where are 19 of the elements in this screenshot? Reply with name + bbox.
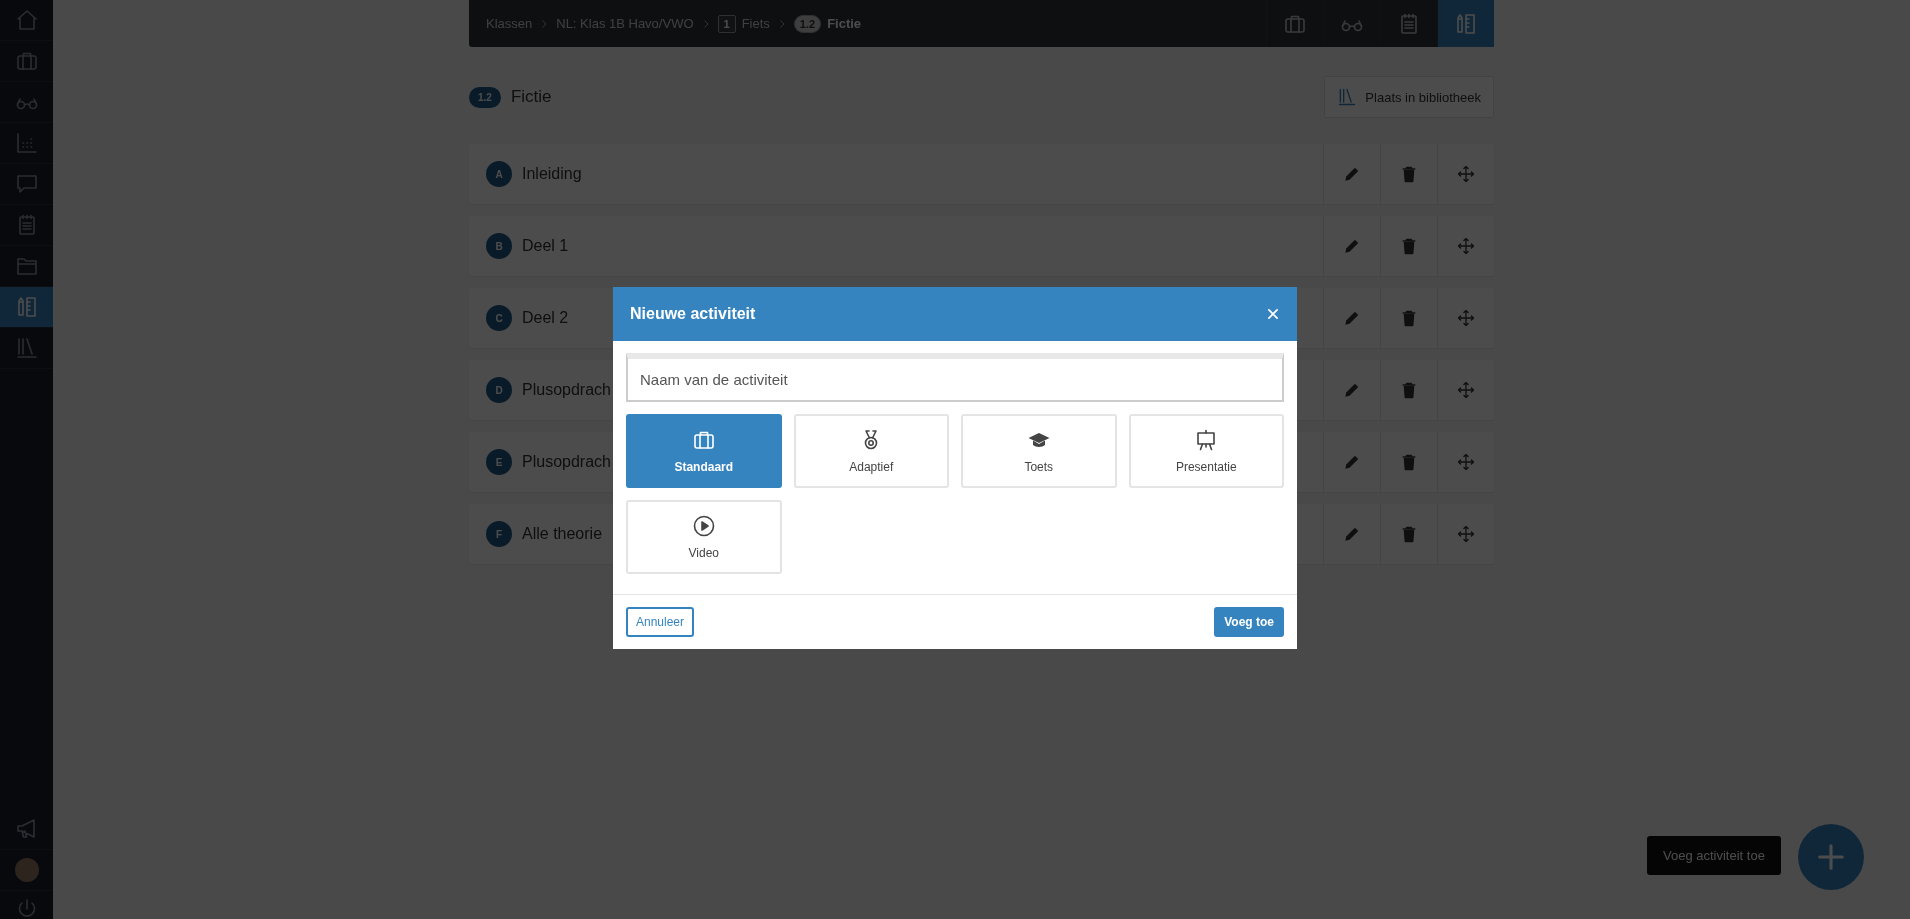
- add-button[interactable]: Voeg toe: [1214, 607, 1284, 637]
- section-title: Plusopdrach: [522, 453, 611, 471]
- cancel-button[interactable]: Annuleer: [626, 607, 695, 637]
- page-title: Fictie: [510, 87, 553, 107]
- section-title: Plusopdrach: [522, 381, 611, 399]
- tooltip-text: Voeg activiteit toe: [1663, 848, 1765, 863]
- section-title: Deel 2: [522, 309, 569, 327]
- close-icon[interactable]: [1266, 307, 1280, 321]
- section-title: Alle theorie: [522, 525, 603, 543]
- activity-type-option[interactable]: Standaard: [626, 414, 782, 488]
- section-title: Inleiding: [522, 165, 582, 183]
- section-title: Deel 1: [522, 237, 569, 255]
- dialog-title: Nieuwe activiteit: [630, 305, 756, 323]
- activity-type-option[interactable]: Adaptief: [793, 414, 949, 488]
- name-input-field[interactable]: Naam van de activiteit: [626, 353, 1284, 402]
- activity-type-option[interactable]: Video: [626, 500, 782, 574]
- play-circle-icon: [691, 514, 716, 538]
- activity-type-option[interactable]: Presentatie: [1128, 414, 1284, 488]
- activity-type-option[interactable]: Toets: [961, 414, 1117, 488]
